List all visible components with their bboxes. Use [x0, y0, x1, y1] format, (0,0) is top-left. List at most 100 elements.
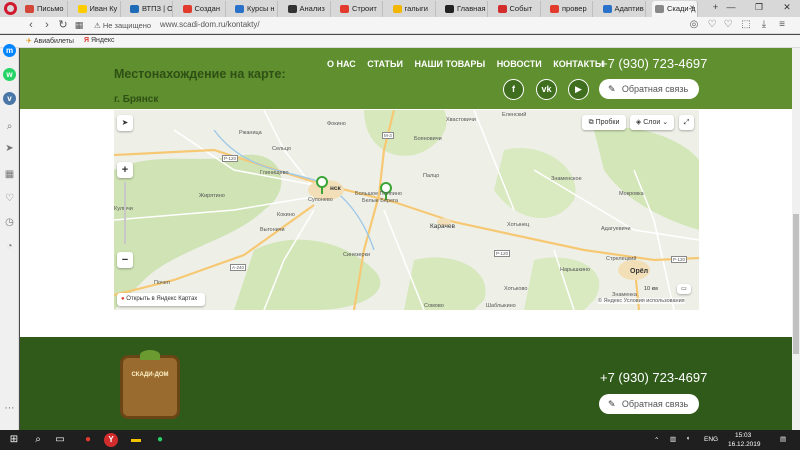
road-label: А-240: [230, 264, 247, 271]
nav-news[interactable]: НОВОСТИ: [497, 59, 542, 69]
browser-tab[interactable]: Скади-д ✕: [652, 1, 698, 17]
tab-label: галыги: [404, 4, 428, 13]
bookmark-aviabilety[interactable]: ✈ Авиабилеты: [26, 37, 74, 45]
browser-tab[interactable]: Событ: [495, 1, 541, 17]
opera-logo-icon[interactable]: [4, 2, 17, 15]
facebook-icon[interactable]: f: [503, 79, 524, 100]
map-copyright[interactable]: © Яндекс Условия использования: [598, 298, 685, 304]
browser-tab[interactable]: Письмо: [22, 1, 68, 17]
bookmark-yandex[interactable]: Я Яндекс: [84, 37, 115, 44]
logo-leaf-decoration: [140, 350, 160, 360]
windows-start-icon[interactable]: ⊞: [6, 432, 22, 448]
scroll-thumb[interactable]: [793, 214, 799, 354]
apps-icon[interactable]: ▦: [3, 168, 16, 181]
opera-taskbar-icon[interactable]: ●: [80, 432, 96, 448]
download-icon[interactable]: ⤓: [758, 19, 770, 31]
input-language[interactable]: ENG: [704, 436, 718, 443]
clock-time[interactable]: 15:03: [735, 432, 751, 439]
youtube-icon[interactable]: ▶: [568, 79, 589, 100]
traffic-button[interactable]: ⧉ Пробки: [582, 115, 626, 130]
tab-favicon-icon: [655, 5, 664, 13]
town-label: Большое Полпино: [355, 191, 402, 197]
ruler-button[interactable]: ▭: [677, 284, 691, 294]
browser-tab[interactable]: Строит: [337, 1, 383, 17]
heart-icon[interactable]: ♡: [706, 19, 718, 31]
geolocation-button[interactable]: ➤: [117, 115, 133, 131]
nav-articles[interactable]: СТАТЬИ: [367, 59, 403, 69]
vk-icon[interactable]: v: [3, 92, 16, 105]
whatsapp-icon[interactable]: w: [3, 68, 16, 81]
more-icon[interactable]: ⋯: [3, 402, 16, 415]
clock-icon[interactable]: ◔: [3, 240, 16, 253]
yandex-browser-taskbar-icon[interactable]: Y: [104, 433, 118, 447]
browser-tab-bar: Письмо Иван Ку ВТПЗ | О Создан Курсы н Анализ…: [0, 0, 800, 17]
close-tab-icon[interactable]: ✕: [689, 1, 695, 16]
reload-button[interactable]: ↻: [56, 18, 70, 32]
browser-tab[interactable]: ВТПЗ | О: [127, 1, 173, 17]
notifications-icon[interactable]: ▤: [780, 435, 786, 443]
zoom-in-button[interactable]: +: [117, 162, 133, 178]
speed-dial-icon[interactable]: ▦: [72, 18, 86, 32]
bookmark-icon[interactable]: ♡: [722, 19, 734, 31]
chevron-up-icon[interactable]: ⌃: [654, 436, 659, 444]
file-explorer-taskbar-icon[interactable]: ▬: [128, 432, 144, 448]
forest-patch: [404, 257, 486, 310]
nav-contacts[interactable]: КОНТАКТЫ: [553, 59, 603, 69]
nav-products[interactable]: НАШИ ТОВАРЫ: [415, 59, 486, 69]
task-view-icon[interactable]: ▭: [52, 432, 68, 448]
browser-tab[interactable]: Курсы н: [232, 1, 278, 17]
maximize-button[interactable]: ❐: [748, 0, 770, 17]
vk-social-icon[interactable]: vk: [536, 79, 557, 100]
map-scale: 10 км: [644, 286, 658, 292]
town-label: Хотынец: [507, 222, 530, 228]
url-field[interactable]: www.scadi-dom.ru/kontakty/: [160, 20, 260, 29]
volume-icon[interactable]: ◖: [686, 435, 690, 442]
browser-tab[interactable]: галыги: [390, 1, 436, 17]
footer-phone[interactable]: +7 (930) 723-4697: [600, 370, 707, 385]
callback-button[interactable]: ✎ Обратная связь: [599, 79, 699, 99]
forward-button[interactable]: ›: [40, 18, 54, 32]
footer-callback-button[interactable]: ✎ Обратная связь: [599, 394, 699, 414]
close-window-button[interactable]: ✕: [776, 0, 798, 17]
page-scrollbar[interactable]: [792, 48, 800, 430]
browser-tab[interactable]: Иван Ку: [75, 1, 121, 17]
search-taskbar-icon[interactable]: ⌕: [30, 432, 46, 448]
history-icon[interactable]: ◷: [3, 216, 16, 229]
browser-tab[interactable]: провер: [547, 1, 593, 17]
minimize-button[interactable]: —: [720, 0, 742, 17]
browser-tab[interactable]: Создан: [180, 1, 226, 17]
camera-icon[interactable]: ◎: [688, 19, 700, 31]
bookmarks-bar: ✈ Авиабилеты Я Яндекс: [0, 35, 800, 48]
snapshot-icon[interactable]: ⬚: [740, 19, 752, 31]
browser-tab[interactable]: Главная: [442, 1, 488, 17]
send-icon[interactable]: ➤: [3, 142, 16, 155]
heart-sidebar-icon[interactable]: ♡: [3, 192, 16, 205]
security-indicator[interactable]: ⚠ Не защищено: [94, 21, 151, 30]
menu-icon[interactable]: ≡: [776, 19, 788, 31]
zoom-slider[interactable]: [124, 182, 126, 244]
pin-icon: ●: [121, 296, 125, 302]
town-label: Почеп: [154, 280, 170, 286]
clock-date[interactable]: 16.12.2019: [728, 441, 761, 448]
town-label: Глинищево: [260, 170, 289, 176]
pencil-icon: ✎: [608, 399, 616, 409]
search-icon[interactable]: ⌕: [3, 120, 16, 133]
yandex-map[interactable]: Фокино Хвастовичи Еленский Ржаница Сельц…: [114, 110, 699, 310]
nav-about[interactable]: О НАС: [327, 59, 356, 69]
tab-favicon-icon: [130, 5, 139, 13]
network-icon[interactable]: ▥: [670, 435, 676, 443]
layers-button[interactable]: ◈ Слои ⌄: [630, 115, 674, 130]
browser-tab[interactable]: Адаптив: [600, 1, 646, 17]
town-label: Хотьково: [504, 286, 528, 292]
skadi-dom-logo[interactable]: СКАДИ-ДОМ: [120, 350, 180, 419]
messenger-icon[interactable]: m: [3, 44, 16, 57]
open-in-yandex-maps-link[interactable]: ● Открыть в Яндекс Картах: [117, 293, 205, 306]
browser-tab[interactable]: Анализ: [285, 1, 331, 17]
town-label: Адагуевичи: [601, 226, 631, 232]
back-button[interactable]: ‹: [24, 18, 38, 32]
fullscreen-button[interactable]: ⤢: [679, 115, 694, 130]
zoom-out-button[interactable]: −: [117, 252, 133, 268]
main-nav: О НАС СТАТЬИ НАШИ ТОВАРЫ НОВОСТИ КОНТАКТ…: [327, 59, 613, 69]
header-phone[interactable]: +7 (930) 723-4697: [600, 56, 707, 71]
whatsapp-taskbar-icon[interactable]: ●: [152, 432, 168, 448]
